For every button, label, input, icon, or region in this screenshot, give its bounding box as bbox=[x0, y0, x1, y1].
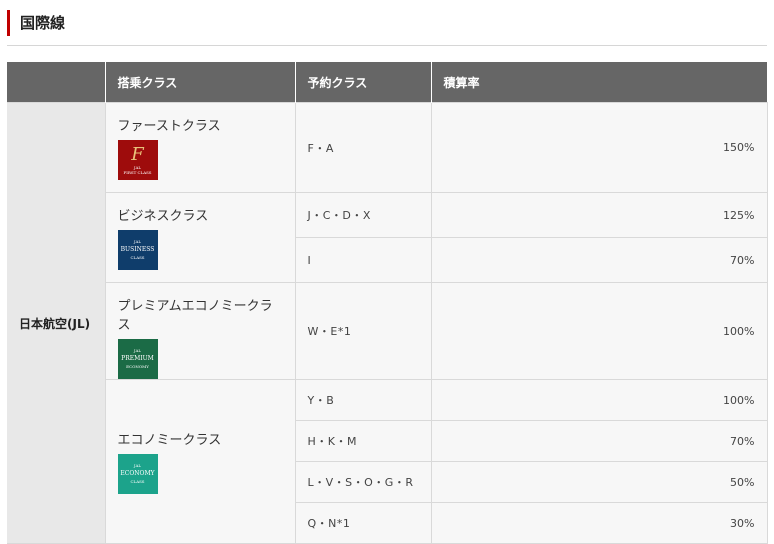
booking-class: J・C・D・X bbox=[294, 192, 432, 238]
accrual-rate: 125% bbox=[430, 192, 768, 238]
cabin-economy: エコノミークラス JAL ECONOMY CLASS bbox=[104, 379, 296, 544]
header-airline bbox=[7, 62, 106, 103]
booking-class: H・K・M bbox=[294, 420, 432, 462]
header-cabin-class: 搭乗クラス bbox=[105, 62, 296, 103]
cabin-first: ファーストクラス F JAL FIRST CLASS bbox=[104, 102, 296, 193]
header-booking-class: 予約クラス bbox=[295, 62, 432, 103]
booking-class: Q・N*1 bbox=[294, 502, 432, 544]
cabin-name: ビジネスクラス bbox=[117, 209, 209, 224]
accrual-rate: 100% bbox=[430, 379, 768, 421]
economy-class-logo-icon: JAL ECONOMY CLASS bbox=[117, 454, 158, 494]
premium-economy-logo-icon: JAL PREMIUM ECONOMY bbox=[117, 339, 158, 379]
booking-class: I bbox=[294, 237, 432, 283]
accrual-rate: 30% bbox=[430, 502, 768, 544]
accrual-rate: 100% bbox=[430, 282, 768, 380]
header-accrual-rate: 積算率 bbox=[431, 62, 767, 103]
booking-class: L・V・S・O・G・R bbox=[294, 461, 432, 503]
table-row: エコノミークラス JAL ECONOMY CLASS Y・B 100% bbox=[7, 379, 768, 544]
airline-cell: 日本航空(JL) bbox=[7, 102, 106, 544]
accrual-rate: 150% bbox=[430, 102, 768, 193]
booking-class: Y・B bbox=[294, 379, 432, 421]
cabin-name: プレミアムエコノミークラス bbox=[117, 299, 273, 333]
accrual-rate: 50% bbox=[430, 461, 768, 503]
business-class-logo-icon: JAL BUSINESS CLASS bbox=[117, 230, 158, 270]
accrual-rate: 70% bbox=[430, 420, 768, 462]
table-row: ビジネスクラス JAL BUSINESS CLASS J・C・D・X 125% bbox=[7, 192, 768, 283]
booking-class: W・E*1 bbox=[294, 282, 432, 380]
cabin-premium-economy: プレミアムエコノミークラス JAL PREMIUM ECONOMY bbox=[104, 282, 296, 380]
title-divider bbox=[7, 45, 767, 46]
table-row: 日本航空(JL) ファーストクラス F JAL FIRST CLASS F・A … bbox=[7, 102, 768, 544]
mileage-rate-table: 搭乗クラス 予約クラス 積算率 日本航空(JL) ファーストクラス F JAL … bbox=[7, 62, 768, 544]
cabin-business: ビジネスクラス JAL BUSINESS CLASS bbox=[104, 192, 296, 283]
page-title: 国際線 bbox=[7, 10, 65, 36]
accrual-rate: 70% bbox=[430, 237, 768, 283]
booking-class: F・A bbox=[294, 102, 432, 193]
cabin-name: ファーストクラス bbox=[117, 119, 221, 134]
table-header-row: 搭乗クラス 予約クラス 積算率 bbox=[7, 62, 767, 103]
table-row: プレミアムエコノミークラス JAL PREMIUM ECONOMY W・E*1 … bbox=[7, 282, 768, 380]
cabin-name: エコノミークラス bbox=[117, 433, 222, 448]
first-class-logo-icon: F JAL FIRST CLASS bbox=[117, 140, 158, 180]
